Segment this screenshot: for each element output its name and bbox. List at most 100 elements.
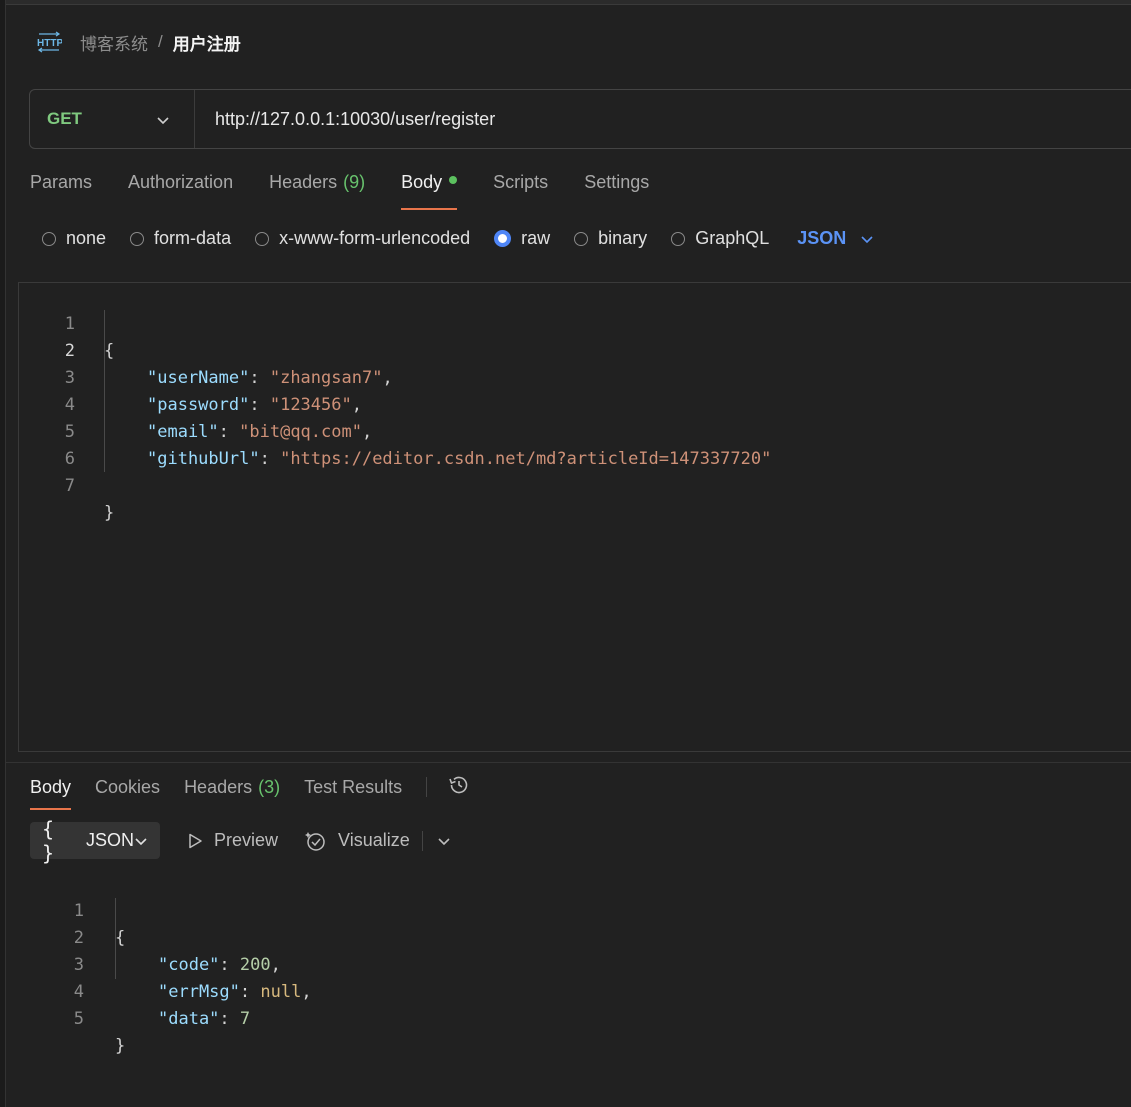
tab-settings-label: Settings: [584, 172, 650, 192]
visualize-icon: [305, 831, 325, 851]
editor-line: 7 }: [19, 446, 115, 523]
tab-settings[interactable]: Settings: [584, 172, 649, 210]
open-brace: {: [115, 928, 126, 948]
tab-authorization-label: Authorization: [128, 172, 234, 192]
tab-cookies[interactable]: Cookies: [95, 774, 160, 810]
tab-scripts-label: Scripts: [493, 172, 549, 192]
radio-urlencoded-label: x-www-form-urlencoded: [279, 228, 471, 248]
tab-scripts[interactable]: Scripts: [493, 172, 548, 210]
close-brace: }: [104, 503, 115, 523]
editor-line: 5 "githubUrl": "https://editor.csdn.net/…: [19, 392, 772, 469]
response-tabs: Body Cookies Headers (3) Test Results: [30, 774, 471, 810]
radio-binary[interactable]: binary: [574, 228, 647, 249]
tab-authorization[interactable]: Authorization: [128, 172, 233, 210]
sidebar-edge: [0, 0, 6, 1107]
radio-binary-label: binary: [598, 228, 648, 248]
radio-form-data-label: form-data: [154, 228, 232, 248]
history-icon[interactable]: [447, 773, 471, 802]
chevron-down-icon: [135, 837, 147, 845]
response-format-label: JSON: [86, 830, 135, 850]
chevron-down-icon: [438, 837, 450, 845]
tab-headers-label: Headers: [269, 172, 338, 192]
json-key: "githubUrl": [147, 449, 260, 469]
tab-response-headers[interactable]: Headers (3): [184, 774, 280, 810]
body-type-options: none form-data x-www-form-urlencoded raw…: [42, 228, 874, 249]
json-key: "email": [147, 422, 219, 442]
raw-format-select[interactable]: JSON: [797, 228, 874, 249]
request-url-bar: GET http://127.0.0.1:10030/user/register: [29, 89, 1131, 149]
radio-form-data[interactable]: form-data: [130, 228, 231, 249]
radio-urlencoded[interactable]: x-www-form-urlencoded: [255, 228, 470, 249]
editor-line: 6: [19, 419, 75, 469]
visualize-button[interactable]: Visualize: [304, 829, 410, 853]
json-value: 200: [239, 955, 271, 975]
body-active-dot: [449, 176, 458, 185]
radio-raw-label: raw: [521, 228, 551, 248]
editor-line: 2 "userName": "zhangsan7",: [19, 311, 393, 388]
window-top-border: [0, 0, 1131, 5]
editor-line: 3 "password": "123456",: [19, 338, 362, 415]
tab-test-results[interactable]: Test Results: [304, 774, 402, 810]
line-number: 5: [73, 1009, 84, 1029]
response-body-viewer[interactable]: 1 { 2 "code": 200, 3 "errMsg": null, 4 "…: [28, 871, 1028, 1056]
tab-headers[interactable]: Headers (9): [269, 172, 365, 210]
radio-circle: [255, 231, 270, 246]
radio-circle: [130, 231, 145, 246]
breadcrumb: HTTP 博客系统 / 用户注册: [36, 28, 241, 56]
headers-count: (9): [343, 172, 366, 192]
json-value: "bit@qq.com": [239, 422, 362, 442]
radio-circle-selected: [494, 230, 512, 247]
tab-response-body[interactable]: Body: [30, 774, 72, 810]
panel-divider[interactable]: [6, 762, 1131, 763]
editor-line: 1 {: [19, 284, 115, 361]
svg-text:HTTP: HTTP: [37, 38, 62, 49]
http-icon: HTTP: [36, 30, 63, 54]
breadcrumb-collection[interactable]: 博客系统: [80, 30, 148, 55]
json-value: "123456": [269, 395, 352, 415]
radio-none-label: none: [66, 228, 107, 248]
response-format-select[interactable]: { } JSON: [30, 817, 160, 865]
radio-raw[interactable]: raw: [494, 228, 550, 249]
json-value: "https://editor.csdn.net/md?articleId=14…: [280, 449, 772, 469]
visualize-label: Visualize: [338, 830, 410, 850]
radio-graphql[interactable]: GraphQL: [671, 228, 769, 249]
tab-response-headers-label: Headers: [184, 777, 253, 797]
response-toolbar: { } JSON Preview Visualize: [30, 817, 461, 865]
json-key: "code": [158, 955, 220, 975]
url-input[interactable]: http://127.0.0.1:10030/user/register: [195, 109, 495, 130]
close-brace: }: [115, 1036, 126, 1056]
toolbar-separator: [421, 830, 423, 851]
chevron-down-icon: [156, 113, 170, 132]
response-headers-count: (3): [258, 777, 281, 797]
visualize-options-button[interactable]: [437, 834, 461, 848]
breadcrumb-request-name[interactable]: 用户注册: [173, 30, 241, 55]
radio-none[interactable]: none: [42, 228, 106, 249]
breadcrumb-separator: /: [158, 32, 163, 51]
response-line: 2 "code": 200,: [28, 898, 281, 975]
json-value: null: [260, 982, 302, 1002]
radio-circle: [574, 231, 589, 246]
tab-response-body-label: Body: [30, 777, 72, 797]
json-value: "zhangsan7": [269, 368, 383, 388]
tab-body-label: Body: [401, 172, 443, 192]
open-brace: {: [104, 341, 115, 361]
indent-guide: [104, 310, 105, 472]
line-number: 7: [64, 476, 75, 496]
response-line: 3 "errMsg": null,: [28, 925, 312, 1002]
request-tabs: Params Authorization Headers (9) Body Scr…: [30, 172, 685, 210]
json-key: "password": [147, 395, 250, 415]
radio-graphql-label: GraphQL: [695, 228, 770, 248]
preview-button[interactable]: Preview: [186, 830, 278, 851]
json-value: 7: [239, 1009, 251, 1029]
request-body-editor[interactable]: 1 { 2 "userName": "zhangsan7", 3 "passwo…: [18, 282, 1131, 752]
tab-body[interactable]: Body: [401, 172, 458, 210]
radio-circle: [671, 231, 686, 246]
response-line: 1 {: [28, 871, 126, 948]
tab-params-label: Params: [30, 172, 93, 192]
json-key: "errMsg": [158, 982, 240, 1002]
braces-icon: { }: [42, 816, 55, 865]
method-select[interactable]: GET: [30, 90, 195, 148]
response-line: 5 }: [28, 979, 126, 1056]
tab-params[interactable]: Params: [30, 172, 92, 210]
tab-test-results-label: Test Results: [304, 777, 403, 797]
